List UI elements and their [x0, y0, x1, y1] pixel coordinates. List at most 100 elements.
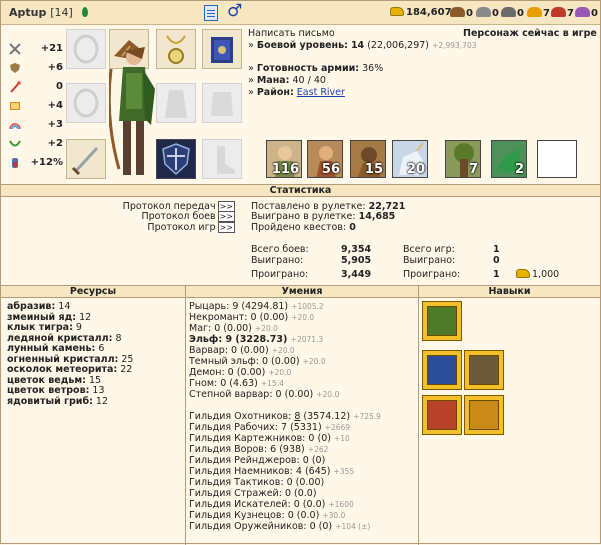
army-unit[interactable]: 56	[307, 140, 343, 178]
total-games-label: Всего игр:	[403, 244, 455, 255]
gold-icon	[390, 7, 404, 16]
faction-skill: Рыцарь: 9 (4294.81) +1005.2	[189, 301, 324, 312]
guild-skill: Гильдия Картежников: 0 (0) +10	[189, 433, 350, 444]
wood-resource: 0	[450, 7, 473, 19]
ring-slot-2[interactable]	[66, 83, 106, 123]
list-item: ядовитый гриб: 12	[7, 395, 109, 407]
guild-skill: Гильдия Искателей: 0 (0.0) +1600	[189, 499, 354, 510]
guild-skill: Гильдия Охотников: 8 (3574.12) +725.9	[189, 411, 381, 422]
total-games-value: 1	[493, 244, 500, 255]
shield-slot[interactable]	[156, 139, 196, 179]
army-unit[interactable]: 116	[266, 140, 302, 178]
weapon-slot[interactable]	[66, 139, 106, 179]
army-slot-empty[interactable]	[537, 140, 577, 178]
gems-icon	[575, 7, 590, 17]
games-won-label: Выиграно:	[403, 255, 456, 266]
ability-hero[interactable]	[422, 395, 462, 435]
cloak-icon	[165, 90, 187, 118]
ability-army[interactable]	[464, 350, 504, 390]
ability-tactics[interactable]	[422, 350, 462, 390]
stat-spellpower: 0	[9, 79, 63, 97]
crystal-icon	[551, 7, 566, 17]
sulfur-resource: 7	[527, 7, 550, 19]
guild-skill: Гильдия Тактиков: 0 (0.00)	[189, 477, 325, 488]
resources-header: Ресурсы	[1, 286, 185, 298]
mercury-resource: 0	[501, 7, 524, 19]
guild-skill: Гильдия Воров: 6 (938) +262	[189, 444, 329, 455]
divider	[185, 286, 186, 545]
army-readiness: » Готовность армии: 36%	[248, 63, 384, 74]
clan-drop-icon	[81, 7, 88, 17]
sulfur-icon	[527, 7, 542, 17]
scroll-icon	[427, 306, 457, 336]
gems-resource: 0	[575, 7, 598, 19]
soldiers-icon	[469, 355, 499, 385]
skills-header: Умения	[186, 286, 418, 298]
quests-completed: Пройдено квестов: 0	[251, 222, 356, 233]
army-unit[interactable]: 7	[445, 140, 481, 178]
spellbook-icon	[211, 37, 233, 63]
amulet-icon	[166, 35, 186, 64]
rainbow-icon	[9, 123, 21, 130]
stat-attack: +21	[9, 41, 63, 59]
games-lost-value: 1	[493, 269, 500, 280]
amulet-slot[interactable]	[156, 29, 196, 69]
faction-skill: Демон: 0 (0.00) +20.0	[189, 367, 292, 378]
book-slot[interactable]	[202, 29, 242, 69]
gold-icon	[516, 269, 530, 278]
guild-skill: Гильдия Кузнецов: 0 (0.0) +30.0	[189, 510, 346, 521]
armor-slot[interactable]	[202, 83, 242, 123]
protocol-battles: Протокол боев >>	[141, 211, 235, 222]
faction-skill: Темный эльф: 0 (0.00) +20.0	[189, 356, 326, 367]
write-letter-link[interactable]: Написать письмо	[248, 28, 335, 39]
protocol-battles-button[interactable]: >>	[217, 211, 235, 222]
guild-skill: Гильдия Наемников: 4 (645) +355	[189, 466, 355, 477]
army-unit[interactable]: 20	[392, 140, 428, 178]
district: » Район: East River	[248, 87, 345, 98]
battles-lost-label: Проиграно:	[251, 269, 309, 280]
stat-initiative: +12%	[9, 155, 63, 173]
shield-item-icon	[162, 143, 190, 176]
total-battles-label: Всего боев:	[251, 244, 309, 255]
battles-won-value: 5,905	[341, 255, 372, 266]
hero-portrait-icon	[427, 400, 457, 430]
mana: » Мана: 40 / 40	[248, 75, 326, 86]
ore-resource: 0	[476, 7, 499, 19]
statistics-title: Статистика	[1, 184, 600, 197]
divider	[418, 286, 419, 545]
hero-figure	[109, 47, 155, 175]
stat-morale: +2	[9, 136, 63, 154]
protocol-games-button[interactable]: >>	[217, 222, 235, 233]
notebook-icon[interactable]	[204, 5, 218, 21]
battles-won-label: Выиграно:	[251, 255, 304, 266]
battles-lost-value: 3,449	[341, 269, 372, 280]
shield-icon	[10, 63, 20, 73]
gold-resource: 184,607	[390, 7, 452, 18]
ring-slot-1[interactable]	[66, 29, 106, 69]
faction-skill: Варвар: 0 (0.00) +20.0	[189, 345, 295, 356]
sword-icon	[9, 43, 21, 55]
ability-bow[interactable]	[464, 395, 504, 435]
character-profile: Aptup [14] ♂ 184,607 0 0 0 7 7 0 +21 +6 …	[0, 0, 601, 545]
games-won-value: 0	[493, 255, 500, 266]
player-name: Aptup [14]	[9, 6, 88, 19]
book-icon	[10, 102, 20, 110]
faction-skill: Эльф: 9 (3228.73) +2071.3	[189, 334, 324, 345]
banner-icon	[427, 355, 457, 385]
army-unit[interactable]: 15	[350, 140, 386, 178]
boots-slot[interactable]	[202, 139, 242, 179]
district-link[interactable]: East River	[297, 87, 345, 98]
cloak-slot[interactable]	[156, 83, 196, 123]
ring-icon	[73, 34, 99, 64]
guild-skill: Гильдия Стражей: 0 (0.0)	[189, 488, 317, 499]
ore-icon	[476, 7, 491, 17]
ability-scroll[interactable]	[422, 301, 462, 341]
potion-icon	[12, 158, 18, 168]
male-icon: ♂	[227, 1, 243, 21]
resources-list: абразив: 14 змеиный яд: 12 клык тигра: 9…	[7, 301, 133, 407]
wand-icon	[10, 81, 21, 93]
level-badge: [14]	[50, 6, 73, 19]
roulette-won: Выиграно в рулетке: 14,685	[251, 211, 396, 222]
army-unit[interactable]: 2	[491, 140, 527, 178]
games-lost-label: Проиграно:	[403, 269, 461, 280]
